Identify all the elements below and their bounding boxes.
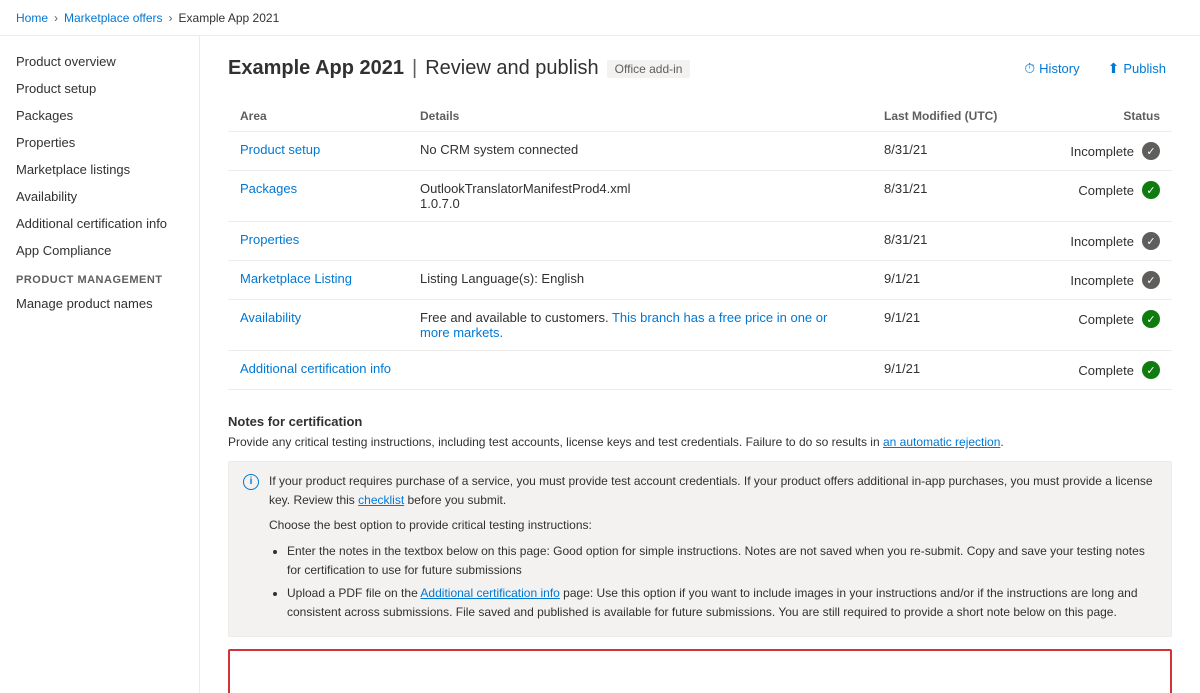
info-icon: i — [243, 474, 259, 490]
breadcrumb-sep2: › — [169, 11, 173, 25]
publish-header-button[interactable]: ⬆ Publish — [1102, 56, 1172, 81]
sidebar-item-app-compliance[interactable]: App Compliance — [0, 237, 199, 264]
row-details-4: Free and available to customers. This br… — [408, 300, 872, 351]
table-row: Product setup No CRM system connected 8/… — [228, 132, 1172, 171]
status-icon-4: ✓ — [1142, 310, 1160, 328]
status-cell-5: Complete ✓ — [1044, 361, 1160, 379]
row-details-5 — [408, 351, 872, 390]
row-date-1: 8/31/21 — [872, 171, 1032, 222]
row-area-link-1[interactable]: Packages — [240, 181, 297, 196]
instruction-list: Enter the notes in the textbox below on … — [269, 542, 1157, 623]
sidebar-section-label: Product management — [0, 264, 199, 290]
status-icon-5: ✓ — [1142, 361, 1160, 379]
sidebar-item-manage-product-names[interactable]: Manage product names — [0, 290, 199, 317]
notes-section: Notes for certification Provide any crit… — [228, 414, 1172, 693]
page-title: Example App 2021 | Review and publish Of… — [228, 57, 690, 80]
table-row: Availability Free and available to custo… — [228, 300, 1172, 351]
status-cell-0: Incomplete ✓ — [1044, 142, 1160, 160]
notes-textarea[interactable] — [228, 649, 1172, 693]
notes-title: Notes for certification — [228, 414, 1172, 429]
instruction-item-1: Enter the notes in the textbox below on … — [287, 542, 1157, 580]
table-row: Properties 8/31/21 Incomplete ✓ — [228, 222, 1172, 261]
row-date-5: 9/1/21 — [872, 351, 1032, 390]
col-header-status: Status — [1032, 101, 1172, 132]
col-header-details: Details — [408, 101, 872, 132]
header-actions: ⏱ History ⬆ Publish — [1018, 56, 1172, 81]
col-header-area: Area — [228, 101, 408, 132]
instruction-item-2: Upload a PDF file on the Additional cert… — [287, 584, 1157, 622]
info-content: If your product requires purchase of a s… — [269, 472, 1157, 626]
top-bar: Home › Marketplace offers › Example App … — [0, 0, 1200, 36]
row-date-4: 9/1/21 — [872, 300, 1032, 351]
row-details-2 — [408, 222, 872, 261]
sidebar-item-product-overview[interactable]: Product overview — [0, 48, 199, 75]
auto-rejection-link[interactable]: an automatic rejection — [883, 435, 1000, 449]
row-area-link-4[interactable]: Availability — [240, 310, 301, 325]
add-cert-info-link[interactable]: Additional certification info — [420, 586, 559, 600]
sidebar-item-marketplace-listings[interactable]: Marketplace listings — [0, 156, 199, 183]
status-cell-4: Complete ✓ — [1044, 310, 1160, 328]
breadcrumb-sep1: › — [54, 11, 58, 25]
breadcrumb-offers[interactable]: Marketplace offers — [64, 11, 163, 25]
breadcrumb-current: Example App 2021 — [179, 11, 280, 25]
table-row: Packages OutlookTranslatorManifestProd4.… — [228, 171, 1172, 222]
row-date-3: 9/1/21 — [872, 261, 1032, 300]
sidebar: Product overview Product setup Packages … — [0, 36, 200, 693]
table-row: Marketplace Listing Listing Language(s):… — [228, 261, 1172, 300]
sidebar-item-product-setup[interactable]: Product setup — [0, 75, 199, 102]
sidebar-item-packages[interactable]: Packages — [0, 102, 199, 129]
breadcrumb-home[interactable]: Home — [16, 11, 48, 25]
sidebar-item-additional-cert[interactable]: Additional certification info — [0, 210, 199, 237]
notes-desc: Provide any critical testing instruction… — [228, 433, 1172, 451]
review-table: Area Details Last Modified (UTC) Status … — [228, 101, 1172, 390]
publish-icon: ⬆ — [1108, 60, 1120, 77]
main-content: Example App 2021 | Review and publish Of… — [200, 36, 1200, 693]
app-name: Example App 2021 — [228, 57, 404, 80]
sidebar-item-properties[interactable]: Properties — [0, 129, 199, 156]
checklist-link[interactable]: checklist — [358, 493, 404, 507]
app-type-badge: Office add-in — [607, 60, 691, 78]
history-button[interactable]: ⏱ History — [1018, 56, 1085, 81]
history-icon: ⏱ — [1024, 60, 1035, 77]
status-text-0: Incomplete — [1070, 144, 1134, 159]
status-cell-3: Incomplete ✓ — [1044, 271, 1160, 289]
row-date-0: 8/31/21 — [872, 132, 1032, 171]
history-label: History — [1039, 61, 1079, 76]
status-icon-0: ✓ — [1142, 142, 1160, 160]
page-header: Example App 2021 | Review and publish Of… — [228, 56, 1172, 81]
page-subtitle: Review and publish — [425, 57, 598, 80]
status-text-2: Incomplete — [1070, 234, 1134, 249]
row-details-0: No CRM system connected — [408, 132, 872, 171]
status-icon-3: ✓ — [1142, 271, 1160, 289]
status-text-4: Complete — [1078, 312, 1134, 327]
info-box: i If your product requires purchase of a… — [228, 461, 1172, 637]
status-text-1: Complete — [1078, 183, 1134, 198]
row-date-2: 8/31/21 — [872, 222, 1032, 261]
availability-link[interactable]: This branch has a free price in one or m… — [420, 310, 827, 340]
status-cell-1: Complete ✓ — [1044, 181, 1160, 199]
row-details-1: OutlookTranslatorManifestProd4.xml1.0.7.… — [408, 171, 872, 222]
publish-header-label: Publish — [1123, 61, 1166, 76]
status-cell-2: Incomplete ✓ — [1044, 232, 1160, 250]
title-divider: | — [412, 57, 417, 80]
row-area-link-3[interactable]: Marketplace Listing — [240, 271, 352, 286]
choose-label: Choose the best option to provide critic… — [269, 516, 1157, 535]
row-area-link-2[interactable]: Properties — [240, 232, 299, 247]
status-text-5: Complete — [1078, 363, 1134, 378]
status-text-3: Incomplete — [1070, 273, 1134, 288]
row-area-link-0[interactable]: Product setup — [240, 142, 320, 157]
row-area-link-5[interactable]: Additional certification info — [240, 361, 391, 376]
status-icon-1: ✓ — [1142, 181, 1160, 199]
status-icon-2: ✓ — [1142, 232, 1160, 250]
row-details-3: Listing Language(s): English — [408, 261, 872, 300]
layout: Product overview Product setup Packages … — [0, 36, 1200, 693]
breadcrumb: Home › Marketplace offers › Example App … — [16, 11, 279, 25]
col-header-date: Last Modified (UTC) — [872, 101, 1032, 132]
table-row: Additional certification info 9/1/21 Com… — [228, 351, 1172, 390]
sidebar-item-availability[interactable]: Availability — [0, 183, 199, 210]
